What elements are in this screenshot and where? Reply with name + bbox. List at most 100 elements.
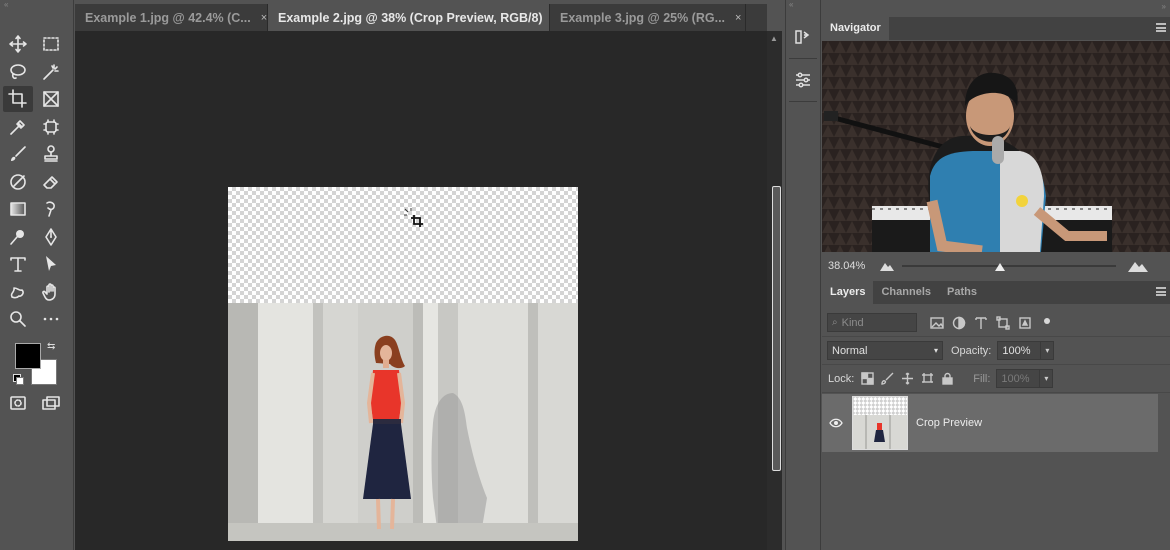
vertical-scrollbar[interactable]: ▲ [767, 31, 782, 550]
layers-menu-icon[interactable] [1156, 287, 1166, 297]
zoom-icon [10, 311, 26, 327]
type-tool[interactable] [3, 251, 33, 277]
patch-tool[interactable] [36, 114, 66, 140]
zoom-slider[interactable] [902, 263, 1116, 271]
tab-layers[interactable]: Layers [822, 281, 874, 304]
screen-mode-icon [42, 395, 60, 410]
zoom-tool[interactable] [3, 306, 33, 332]
quick-mask-button[interactable] [3, 390, 33, 416]
navigator-preview[interactable] [822, 41, 1170, 252]
move-tool[interactable] [3, 31, 33, 57]
pen-tool[interactable] [36, 224, 66, 250]
opacity-dropdown-icon[interactable]: ▾ [1041, 341, 1055, 360]
document-image[interactable] [228, 187, 578, 541]
tab-example-2[interactable]: Example 2.jpg @ 38% (Crop Preview, RGB/8… [268, 4, 559, 31]
chevron-down-icon: ▾ [933, 346, 938, 355]
adjustments-panel-button[interactable] [786, 65, 820, 95]
dodge-tool[interactable] [3, 224, 33, 250]
image-icon [930, 316, 944, 329]
crop-tool[interactable] [3, 86, 33, 112]
opacity-input[interactable]: 100% [997, 341, 1042, 360]
woman-photo [228, 303, 578, 541]
pixel-filter-button[interactable] [929, 315, 945, 331]
adjustment-filter-button[interactable] [951, 315, 967, 331]
more-tools[interactable] [36, 306, 66, 332]
tab-label: Example 3.jpg @ 25% (RG... [560, 10, 726, 25]
foreground-color[interactable] [15, 342, 41, 369]
dock-grip-icon[interactable]: « [786, 0, 820, 10]
fill-label: Fill: [973, 372, 991, 385]
frame-tool[interactable] [36, 86, 66, 112]
history-brush-icon [10, 173, 26, 190]
artboard-icon [921, 373, 933, 383]
zoom-in-icon[interactable] [1128, 260, 1148, 272]
document-tabs: Example 1.jpg @ 42.4% (C... × Example 2.… [75, 4, 767, 31]
zoom-out-icon[interactable] [880, 261, 894, 271]
blend-row: Normal ▾ Opacity: 100% ▾ [822, 337, 1170, 365]
lock-row: Lock: Fill: 100% ▾ [822, 365, 1170, 393]
filter-toggle-button[interactable] [1039, 315, 1055, 331]
tab-channels[interactable]: Channels [873, 281, 939, 304]
panels-grip-icon[interactable]: » [1162, 2, 1166, 11]
opacity-label: Opacity: [951, 344, 992, 357]
document-canvas[interactable] [75, 31, 767, 550]
close-icon[interactable]: × [261, 12, 267, 24]
custom-shape-tool[interactable] [3, 279, 33, 305]
sliders-icon [796, 72, 810, 88]
type-filter-button[interactable] [973, 315, 989, 331]
frame-icon [43, 91, 59, 107]
fill-dropdown-icon[interactable]: ▾ [1040, 369, 1054, 388]
marquee-tool[interactable] [36, 31, 66, 57]
navigator-menu-icon[interactable] [1156, 23, 1166, 33]
history-panel-button[interactable] [786, 22, 820, 52]
lock-all-button[interactable] [939, 371, 955, 387]
tab-navigator[interactable]: Navigator [822, 17, 889, 40]
crop-cursor-icon [404, 208, 423, 227]
tab-example-3[interactable]: Example 3.jpg @ 25% (RG... × [550, 4, 746, 31]
history-brush-tool[interactable] [3, 169, 33, 195]
shape-filter-button[interactable] [995, 315, 1011, 331]
visibility-toggle[interactable] [822, 418, 850, 428]
magic-wand-tool[interactable] [36, 59, 66, 85]
lock-transparency-button[interactable] [859, 371, 875, 387]
path-select-tool[interactable] [36, 251, 66, 277]
smart-object-filter-button[interactable] [1017, 315, 1033, 331]
search-icon: ⌕ [832, 317, 838, 328]
default-colors-icon[interactable] [13, 373, 24, 385]
right-panels: » Navigator 38.04% Layers Channels Paths… [822, 0, 1170, 550]
stamp-tool[interactable] [36, 141, 66, 167]
tab-example-1[interactable]: Example 1.jpg @ 42.4% (C... × [75, 4, 268, 31]
zoom-value[interactable]: 38.04% [822, 260, 874, 272]
screen-mode-button[interactable] [36, 390, 66, 416]
scroll-up-icon[interactable]: ▲ [770, 34, 778, 43]
layer-row[interactable]: Crop Preview [822, 394, 1158, 452]
lock-pixels-button[interactable] [879, 371, 895, 387]
shape-icon [996, 315, 1010, 330]
layer-name[interactable]: Crop Preview [916, 417, 982, 429]
swap-colors-icon[interactable]: ⇆ [47, 341, 55, 352]
eyedropper-tool[interactable] [3, 114, 33, 140]
layers-scrollbar[interactable] [1158, 394, 1170, 550]
smudge-icon [46, 201, 55, 217]
panel-grip-icon[interactable]: « [0, 0, 73, 10]
path-select-icon [46, 256, 56, 271]
scroll-thumb[interactable] [772, 186, 781, 471]
eraser-tool[interactable] [36, 169, 66, 195]
brush-icon [11, 146, 26, 161]
fill-input[interactable]: 100% [996, 369, 1041, 388]
smudge-tool[interactable] [36, 196, 66, 222]
close-icon[interactable]: × [735, 12, 741, 24]
zoom-slider-knob[interactable] [994, 263, 1005, 271]
kind-filter-select[interactable]: ⌕ Kind [827, 313, 917, 332]
hand-tool[interactable] [36, 279, 66, 305]
lock-position-button[interactable] [899, 371, 915, 387]
brush-tool[interactable] [3, 141, 33, 167]
navigator-zoom-row: 38.04% [822, 254, 1170, 278]
tab-paths[interactable]: Paths [939, 281, 985, 304]
history-icon [795, 30, 810, 44]
lock-artboard-button[interactable] [919, 371, 935, 387]
lasso-tool[interactable] [3, 59, 33, 85]
blend-mode-select[interactable]: Normal ▾ [827, 341, 943, 360]
tab-label: Example 1.jpg @ 42.4% (C... [85, 10, 251, 25]
gradient-tool[interactable] [3, 196, 33, 222]
